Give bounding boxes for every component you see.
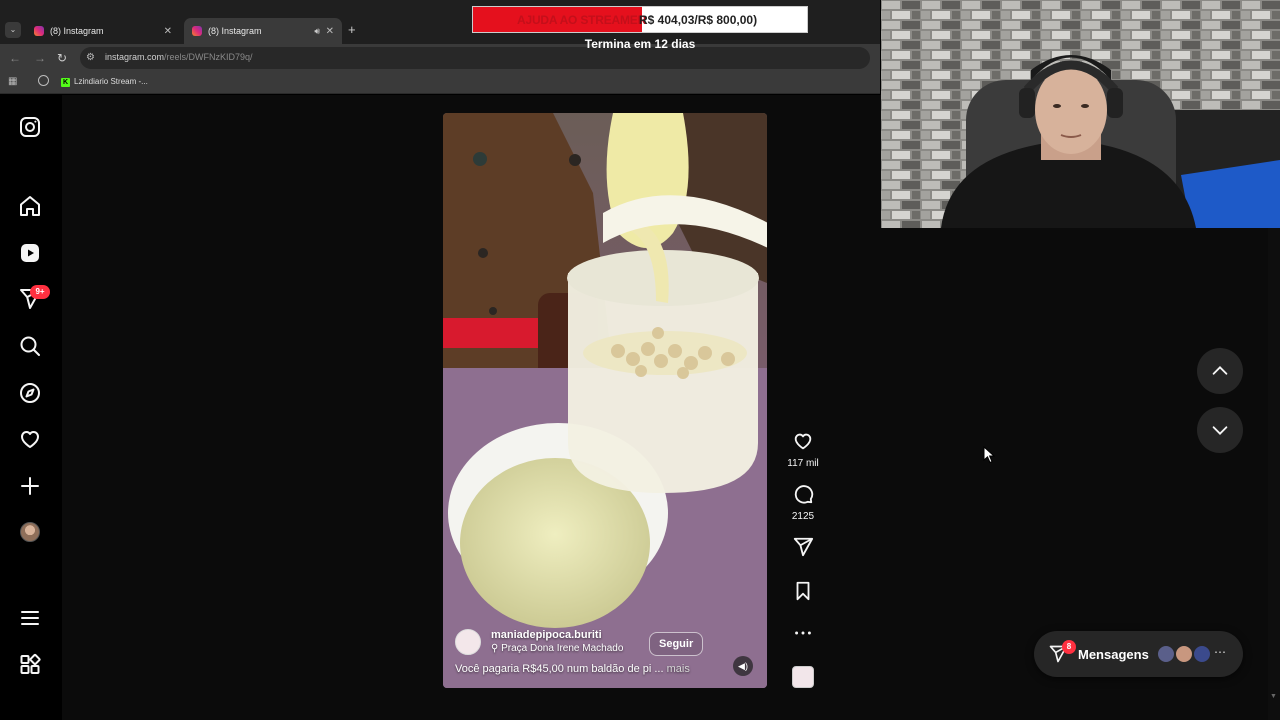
bookmark-item[interactable]: K Lzindiario Stream -... bbox=[61, 77, 148, 87]
chevron-down-icon bbox=[1212, 426, 1228, 435]
reel-location[interactable]: ⚲ Praça Dona Irene Machado bbox=[491, 643, 623, 654]
close-tab-icon[interactable]: ✕ bbox=[164, 26, 172, 37]
forward-arrow-icon[interactable]: → bbox=[34, 51, 46, 65]
webcam-frame bbox=[881, 0, 1280, 228]
volume-icon[interactable]: ◀︎) bbox=[733, 656, 753, 676]
chevron-up-icon bbox=[1212, 366, 1228, 375]
bookmarks-bar: ▦ K Lzindiario Stream -... bbox=[0, 72, 880, 94]
apps-grid-icon[interactable]: ▦ bbox=[8, 76, 17, 87]
globe-icon[interactable] bbox=[38, 75, 49, 86]
donation-goal-label: AJUDA AO STREAMER bbox=[517, 13, 647, 27]
previous-reel-button[interactable] bbox=[1197, 348, 1243, 394]
kick-logo-icon: K bbox=[61, 78, 70, 87]
reels-icon[interactable] bbox=[18, 241, 42, 265]
tab-title: (8) Instagram bbox=[208, 26, 262, 36]
url-text: instagram.com/reels/DWFNzKID79q/ bbox=[105, 52, 253, 62]
mouse-cursor-icon bbox=[983, 446, 995, 464]
reel-caption[interactable]: Você pagaria R$45,00 num baldão de pi ..… bbox=[455, 663, 690, 675]
like-count: 117 mil bbox=[787, 458, 819, 469]
original-audio-thumbnail[interactable] bbox=[792, 666, 814, 688]
site-info-icon[interactable]: ⚙ bbox=[86, 52, 95, 63]
reel-video[interactable]: maniadepipoca.buriti ⚲ Praça Dona Irene … bbox=[443, 113, 767, 688]
location-pin-icon: ⚲ bbox=[491, 643, 499, 654]
tab-search-chevron-icon[interactable]: ⌄ bbox=[5, 22, 21, 38]
next-reel-button[interactable] bbox=[1197, 407, 1243, 453]
scroll-down-arrow-icon[interactable]: ▼ bbox=[1270, 693, 1277, 700]
bookmark-icon bbox=[796, 581, 810, 601]
save-button[interactable] bbox=[786, 580, 820, 607]
reload-icon[interactable]: ↻ bbox=[57, 51, 67, 65]
new-tab-button[interactable]: + bbox=[348, 22, 356, 37]
more-options-button[interactable] bbox=[786, 622, 820, 649]
reel-video-frame bbox=[443, 113, 767, 688]
messages-label: Mensagens bbox=[1078, 647, 1149, 662]
ellipsis-icon: ⋯ bbox=[1214, 645, 1226, 659]
caption-more-link[interactable]: mais bbox=[667, 663, 690, 675]
page-scrollbar[interactable] bbox=[1268, 228, 1280, 720]
create-plus-icon[interactable] bbox=[18, 474, 42, 498]
contact-avatar bbox=[1174, 644, 1194, 664]
donation-ends-text: Termina em 12 dias bbox=[584, 37, 696, 51]
close-tab-icon[interactable]: ✕ bbox=[326, 26, 334, 37]
comment-icon bbox=[794, 485, 814, 504]
share-button[interactable] bbox=[786, 536, 820, 563]
reel-username[interactable]: maniadepipoca.buriti bbox=[491, 629, 602, 641]
instagram-favicon-icon bbox=[34, 26, 44, 36]
contact-avatar bbox=[1156, 644, 1176, 664]
profile-avatar[interactable] bbox=[20, 522, 40, 542]
reel-author-avatar[interactable] bbox=[455, 629, 481, 655]
like-button[interactable]: 117 mil bbox=[786, 430, 820, 469]
heart-icon bbox=[794, 433, 812, 450]
instagram-favicon-icon bbox=[192, 26, 202, 36]
ellipsis-icon bbox=[795, 631, 811, 635]
browser-tab-2-active[interactable]: (8) Instagram 🔊︎ ✕ bbox=[184, 18, 342, 44]
comment-count: 2125 bbox=[791, 511, 815, 522]
speaker-icon[interactable]: 🔊︎ bbox=[314, 26, 320, 37]
instagram-logo-icon[interactable] bbox=[18, 115, 42, 139]
notifications-heart-icon[interactable] bbox=[18, 427, 42, 451]
donation-goal-amount: R$ 404,03/R$ 800,00) bbox=[639, 13, 758, 27]
back-arrow-icon[interactable]: ← bbox=[9, 51, 21, 65]
follow-button[interactable]: Seguir bbox=[649, 632, 704, 656]
browser-tab-1[interactable]: (8) Instagram ✕ bbox=[26, 18, 180, 44]
comment-button[interactable]: 2125 bbox=[786, 483, 820, 522]
notification-badge: 9+ bbox=[30, 285, 50, 299]
more-apps-icon[interactable] bbox=[18, 653, 42, 677]
tab-title: (8) Instagram bbox=[50, 26, 104, 36]
explore-icon[interactable] bbox=[18, 381, 42, 405]
menu-icon[interactable] bbox=[18, 606, 42, 630]
messages-pill-button[interactable]: 8 Mensagens ⋯ bbox=[1034, 631, 1243, 677]
share-icon bbox=[793, 537, 814, 557]
reel-author: maniadepipoca.buriti ⚲ Praça Dona Irene … bbox=[455, 629, 755, 659]
search-icon[interactable] bbox=[18, 334, 42, 358]
donation-goal-bar: AJUDA AO STREAMER R$ 404,03/R$ 800,00) bbox=[472, 6, 808, 33]
streamer-webcam bbox=[881, 0, 1280, 228]
home-icon[interactable] bbox=[18, 194, 42, 218]
instagram-sidebar: 9+ bbox=[0, 95, 62, 720]
contact-avatar bbox=[1192, 644, 1212, 664]
messages-badge: 8 bbox=[1062, 640, 1076, 654]
